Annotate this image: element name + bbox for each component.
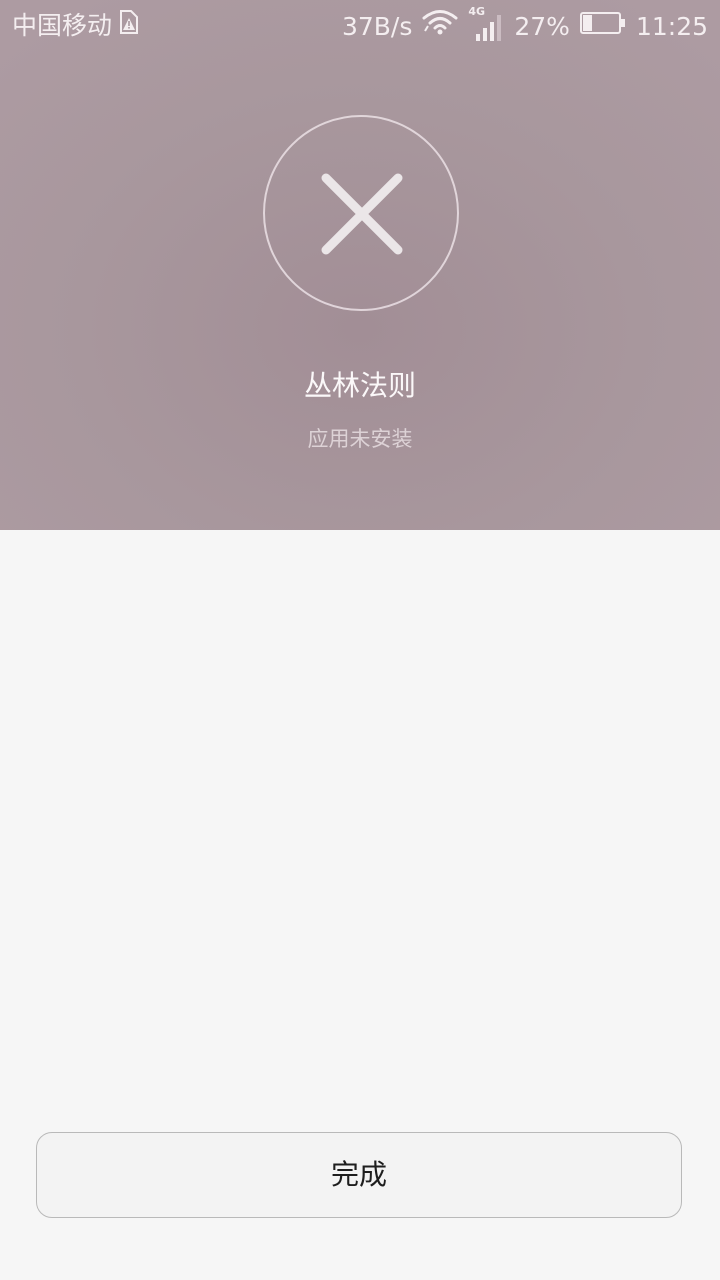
battery-icon [579,10,626,44]
install-result-header: 中国移动 37B/s 4G 27% 11:25 丛林法则 应用未安装 [0,0,720,530]
status-bar: 中国移动 37B/s 4G 27% 11:25 [0,0,720,52]
status-bar-left: 中国移动 [12,9,140,43]
net-speed-label: 37B/s [341,11,413,41]
signal-icon: 4G [468,5,504,42]
sim-warning-icon [118,9,140,43]
status-bar-right: 37B/s 4G 27% 11:25 [341,5,708,44]
clock-label: 11:25 [635,11,708,41]
wifi-icon [422,9,458,44]
app-name: 丛林法则 [303,369,416,402]
done-button[interactable]: 完成 [36,1132,682,1218]
carrier-label: 中国移动 [12,11,113,40]
install-status-text: 应用未安装 [307,427,413,451]
install-failed-badge [263,115,459,311]
battery-percent-label: 27% [514,11,570,41]
close-icon [321,173,403,255]
